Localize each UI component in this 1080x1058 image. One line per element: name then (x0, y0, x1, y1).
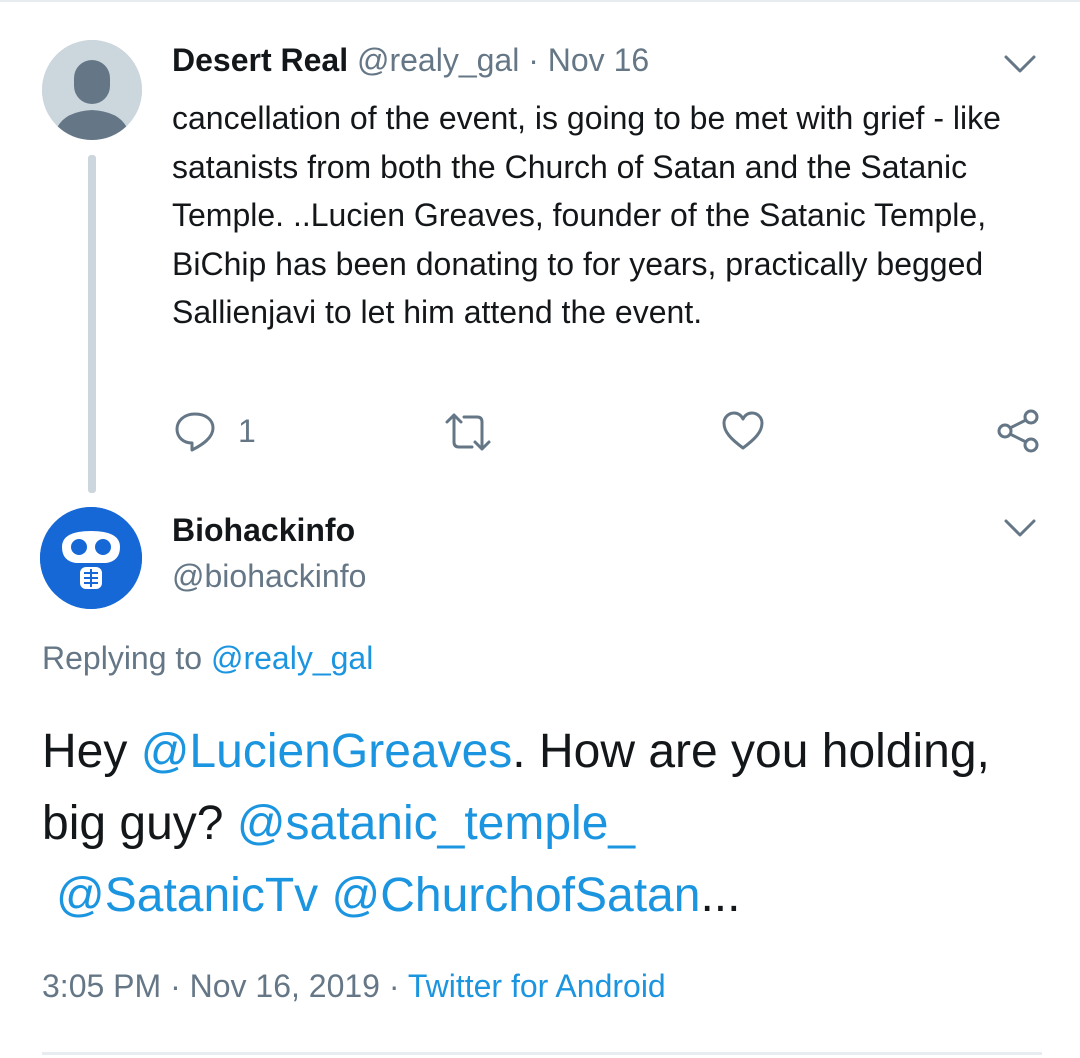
retweet-icon (445, 413, 491, 451)
tweet-date[interactable]: Nov 16 (548, 42, 649, 78)
reply-button[interactable]: 1 (172, 408, 256, 454)
retweet-button[interactable] (444, 410, 492, 454)
reply-count: 1 (238, 412, 256, 449)
dot-separator: · (528, 42, 539, 78)
bottom-divider (42, 1052, 1042, 1055)
mention-link[interactable]: @SatanicTv (56, 869, 318, 922)
dot-separator: · (161, 968, 190, 1004)
top-divider (0, 0, 1080, 2)
like-button[interactable] (721, 410, 765, 452)
tweet-text-part: ... (700, 869, 741, 922)
dot-separator: · (379, 968, 408, 1004)
skull-logo-icon (40, 507, 142, 609)
display-name[interactable]: Biohackinfo (172, 512, 355, 549)
parent-tweet-text: cancellation of the event, is going to b… (172, 100, 1001, 330)
parent-tweet-header: Desert Real @realy_gal · Nov 16 (172, 42, 649, 79)
replying-to-link[interactable]: @realy_gal (211, 640, 373, 676)
main-tweet-text: Hey @LucienGreaves. How are you holding,… (42, 716, 1052, 932)
thread-connector (88, 155, 96, 493)
handle[interactable]: @realy_gal (357, 42, 519, 78)
mention-link[interactable]: @LucienGreaves (141, 725, 513, 778)
tweet-meta: 3:05 PM · Nov 16, 2019 · Twitter for And… (42, 968, 666, 1005)
reply-icon (175, 412, 215, 452)
default-avatar[interactable] (42, 40, 142, 140)
display-name[interactable]: Desert Real (172, 42, 348, 78)
tweet-source[interactable]: Twitter for Android (408, 968, 666, 1004)
tweet-text-part: Hey (42, 725, 141, 778)
handle[interactable]: @biohackinfo (172, 558, 366, 595)
like-icon (722, 411, 764, 450)
tweet-time[interactable]: 3:05 PM (42, 968, 161, 1004)
mention-link[interactable]: @ChurchofSatan (332, 869, 701, 922)
chevron-down-icon[interactable] (1000, 508, 1040, 553)
share-button[interactable] (996, 408, 1040, 454)
tweet-full-date[interactable]: Nov 16, 2019 (190, 968, 380, 1004)
mention-link[interactable]: @satanic_temple_ (237, 797, 635, 850)
share-icon (997, 409, 1039, 453)
replying-to-label: Replying to (42, 640, 211, 676)
biohackinfo-avatar[interactable] (40, 507, 142, 609)
replying-to: Replying to @realy_gal (42, 640, 373, 677)
chevron-down-icon[interactable] (1000, 44, 1040, 89)
